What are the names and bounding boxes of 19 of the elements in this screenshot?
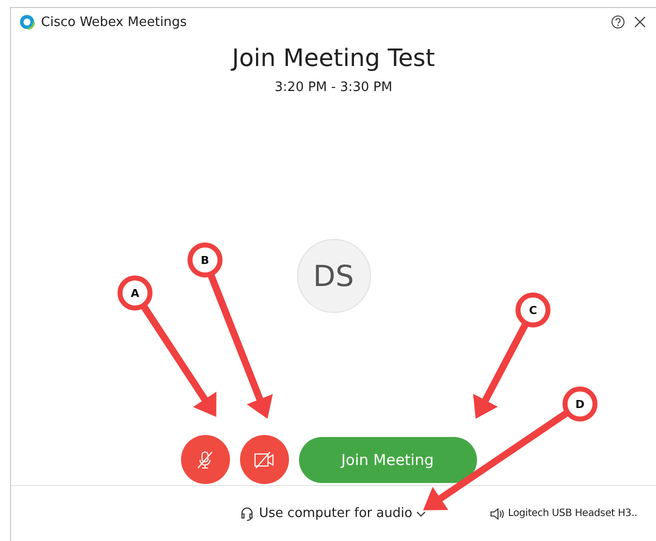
help-icon[interactable] xyxy=(610,14,626,30)
chevron-down-icon xyxy=(416,510,426,518)
audio-option-dropdown[interactable]: Use computer for audio xyxy=(239,506,426,522)
avatar: DS xyxy=(296,239,370,313)
callout-badge: A xyxy=(118,276,152,310)
app-logo-icon xyxy=(19,14,35,30)
callout-badge: B xyxy=(188,242,222,278)
callout-badge: D xyxy=(562,386,598,422)
meeting-title: Join Meeting Test xyxy=(232,44,435,72)
video-button[interactable] xyxy=(240,435,288,484)
speaker-device: Logitech USB Headset H3.. xyxy=(508,508,638,519)
meeting-time: 3:20 PM - 3:30 PM xyxy=(274,80,392,95)
headset-icon xyxy=(239,506,255,522)
window-title: Cisco Webex Meetings xyxy=(41,14,188,30)
callout-badge: C xyxy=(516,292,550,328)
speaker-icon xyxy=(489,506,505,520)
close-icon[interactable] xyxy=(632,14,648,30)
mute-button[interactable] xyxy=(180,435,230,484)
audio-option-label: Use computer for audio xyxy=(259,506,412,521)
